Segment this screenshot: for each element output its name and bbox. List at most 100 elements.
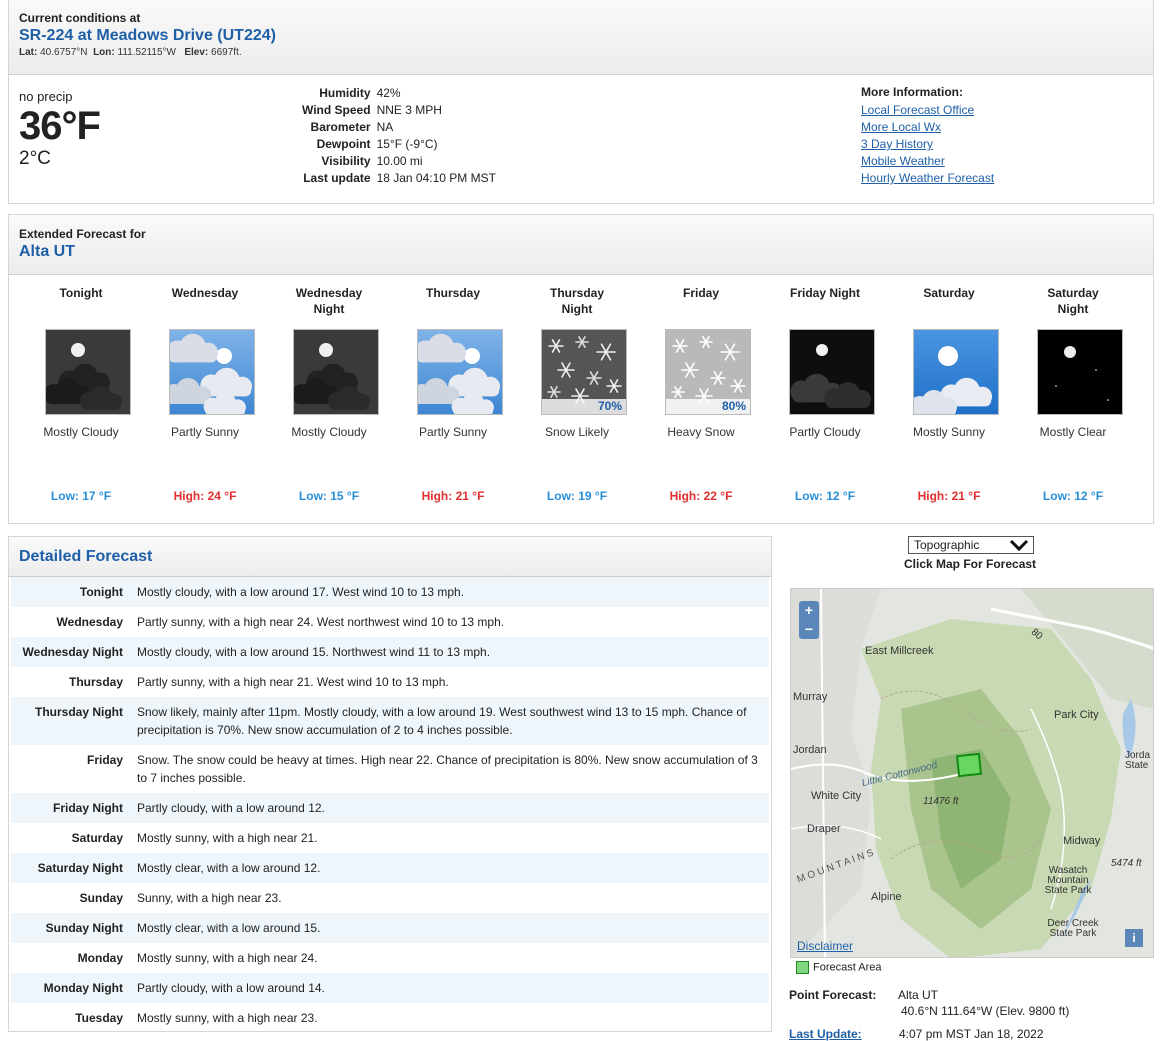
current-conditions-header: Current conditions at SR-224 at Meadows … bbox=[9, 0, 1153, 75]
map-layer-value: Topographic bbox=[914, 538, 980, 552]
detail-row-visibility: Visibility 10.00 mi bbox=[299, 152, 499, 169]
map-label-white-city: White City bbox=[811, 790, 862, 802]
point-forecast-location: Alta UT bbox=[898, 988, 939, 1002]
detail-row-last-update: Last update 18 Jan 04:10 PM MST bbox=[299, 169, 499, 186]
link-local-forecast-office[interactable]: Local Forecast Office bbox=[861, 102, 994, 119]
elev-value: 6697ft. bbox=[211, 47, 242, 58]
detailed-period: Friday bbox=[86, 753, 123, 767]
period-temperature: Low: 12 °F bbox=[1042, 489, 1104, 503]
detailed-text: Mostly cloudy, with a low around 17. Wes… bbox=[137, 585, 465, 599]
temperature-f: 36°F bbox=[19, 104, 101, 148]
detailed-row-sunday: Sunday Sunny, with a high near 23. bbox=[11, 883, 769, 913]
period-name: Friday bbox=[682, 286, 719, 300]
detail-value: 42% bbox=[376, 85, 401, 100]
period-temperature: High: 22 °F bbox=[669, 489, 733, 503]
forecast-period-tonight[interactable]: Tonight Mostly Cloudy Low: 17 °F bbox=[19, 285, 143, 515]
link-mobile-weather[interactable]: Mobile Weather bbox=[861, 153, 994, 170]
current-temperature-block: no precip 36°F 2°C bbox=[19, 89, 101, 170]
forecast-period-wednesday-night[interactable]: Wednesday Night Mostly Cloudy Low: 15 °F bbox=[267, 285, 391, 515]
map-zoom-control: + − bbox=[799, 601, 819, 639]
snow-night-icon: 70% bbox=[541, 329, 627, 415]
detailed-row-thursday: Thursday Partly sunny, with a high near 2… bbox=[11, 667, 769, 697]
lat-value: 40.6757°N bbox=[40, 47, 88, 58]
detailed-period: Thursday bbox=[68, 675, 123, 689]
detailed-period: Saturday Night bbox=[37, 861, 123, 875]
period-short-forecast: Mostly Cloudy bbox=[291, 425, 367, 439]
mostly-sunny-icon bbox=[913, 329, 999, 415]
detail-value: NA bbox=[376, 119, 394, 134]
map-label-east-millcreek: East Millcreek bbox=[865, 645, 934, 657]
zoom-in-button[interactable]: + bbox=[799, 601, 819, 620]
last-update-label[interactable]: Last Update: bbox=[789, 1027, 862, 1041]
detailed-period: Sunday Night bbox=[45, 921, 123, 935]
detailed-period: Tonight bbox=[79, 585, 123, 599]
detailed-text: Mostly cloudy, with a low around 15. Nor… bbox=[137, 645, 491, 659]
detailed-row-monday-night: Monday Night Partly cloudy, with a low ar… bbox=[11, 973, 769, 1003]
detailed-forecast-panel: Detailed Forecast Tonight Mostly cloudy, … bbox=[8, 536, 772, 1032]
temperature-c: 2°C bbox=[19, 148, 51, 169]
more-information: More Information: Local Forecast Office M… bbox=[861, 85, 994, 187]
forecast-period-friday[interactable]: Friday 80% Heavy Snow High: 22 °F bbox=[639, 285, 763, 515]
period-name: Thursday Night bbox=[549, 286, 604, 316]
period-name: Wednesday bbox=[171, 286, 239, 300]
link-more-local-wx[interactable]: More Local Wx bbox=[861, 119, 994, 136]
map-label-elevation-11476: 11476 ft bbox=[923, 796, 959, 807]
detailed-period: Wednesday bbox=[56, 615, 123, 629]
detail-label: Barometer bbox=[310, 119, 371, 134]
forecast-periods: Tonight Mostly Cloudy Low: 17 °F Wednesday P… bbox=[19, 285, 1143, 515]
chevron-down-icon bbox=[1009, 539, 1029, 552]
period-name: Thursday bbox=[425, 286, 480, 300]
precip-chance: 80% bbox=[666, 399, 750, 414]
map-label-wasatch: Wasatch Mountain State Park bbox=[1044, 865, 1092, 896]
night-cloudy-icon bbox=[293, 329, 379, 415]
detail-value: 10.00 mi bbox=[376, 153, 423, 168]
detail-label: Wind Speed bbox=[302, 102, 371, 117]
partly-sunny-icon bbox=[169, 329, 255, 415]
map-terrain bbox=[791, 589, 1153, 957]
forecast-map[interactable]: + − East Millcreek Murray Park City Jord… bbox=[790, 588, 1154, 958]
period-name: Wednesday Night bbox=[295, 286, 363, 316]
detail-row-humidity: Humidity 42% bbox=[299, 84, 499, 101]
period-short-forecast: Partly Cloudy bbox=[789, 425, 861, 439]
detail-label: Last update bbox=[303, 170, 371, 185]
link-3-day-history[interactable]: 3 Day History bbox=[861, 136, 994, 153]
current-conditions-panel: Current conditions at SR-224 at Meadows … bbox=[8, 0, 1154, 204]
detailed-text: Partly sunny, with a high near 24. West … bbox=[137, 615, 505, 629]
forecast-period-saturday[interactable]: Saturday Mostly Sunny High: 21 °F bbox=[887, 285, 1011, 515]
map-caption: Click Map For Forecast bbox=[904, 557, 1037, 571]
detail-value: NNE 3 MPH bbox=[376, 102, 442, 117]
detailed-forecast-title: Detailed Forecast bbox=[19, 548, 153, 565]
forecast-area-swatch bbox=[796, 961, 809, 974]
link-hourly-weather-forecast[interactable]: Hourly Weather Forecast bbox=[861, 170, 994, 187]
forecast-period-thursday[interactable]: Thursday Partly Sunny High: 21 °F bbox=[391, 285, 515, 515]
night-cloudy-icon bbox=[45, 329, 131, 415]
zoom-out-button[interactable]: − bbox=[799, 620, 819, 639]
lon-label: Lon: bbox=[93, 47, 115, 58]
last-update-value: 4:07 pm MST Jan 18, 2022 bbox=[899, 1027, 1044, 1041]
detailed-row-thursday-night: Thursday Night Snow likely, mainly after … bbox=[11, 697, 769, 745]
forecast-period-wednesday[interactable]: Wednesday Partly Sunny High: 24 °F bbox=[143, 285, 267, 515]
forecast-period-saturday-night[interactable]: Saturday Night Mostly Clear Low: 12 °F bbox=[1011, 285, 1135, 515]
detailed-period: Saturday bbox=[71, 831, 123, 845]
map-label-park-city: Park City bbox=[1054, 709, 1099, 721]
detailed-row-monday: Monday Mostly sunny, with a high near 24. bbox=[11, 943, 769, 973]
point-forecast-label: Point Forecast: bbox=[789, 988, 877, 1002]
detailed-text: Partly cloudy, with a low around 12. bbox=[137, 801, 325, 815]
period-name: Friday Night bbox=[789, 286, 860, 300]
forecast-location: Alta UT bbox=[19, 243, 75, 260]
map-info-button[interactable]: i bbox=[1125, 929, 1143, 947]
detailed-row-sunday-night: Sunday Night Mostly clear, with a low aro… bbox=[11, 913, 769, 943]
extended-forecast-header: Extended Forecast for Alta UT bbox=[9, 215, 1153, 275]
period-short-forecast: Snow Likely bbox=[544, 425, 610, 439]
detail-label: Dewpoint bbox=[316, 136, 371, 151]
detailed-text: Mostly sunny, with a high near 23. bbox=[137, 1011, 318, 1025]
period-temperature: Low: 17 °F bbox=[50, 489, 112, 503]
forecast-period-friday-night[interactable]: Friday Night Partly Cloudy Low: 12 °F bbox=[763, 285, 887, 515]
forecast-period-thursday-night[interactable]: Thursday Night 70% Snow Likely Low: 19 °F bbox=[515, 285, 639, 515]
detailed-period: Monday Night bbox=[43, 981, 123, 995]
period-temperature: Low: 15 °F bbox=[298, 489, 360, 503]
map-disclaimer-link[interactable]: Disclaimer bbox=[797, 939, 853, 953]
map-layer-select[interactable]: Topographic bbox=[908, 536, 1034, 554]
forecast-area-label: Forecast Area bbox=[813, 961, 882, 974]
period-short-forecast: Partly Sunny bbox=[418, 425, 488, 439]
